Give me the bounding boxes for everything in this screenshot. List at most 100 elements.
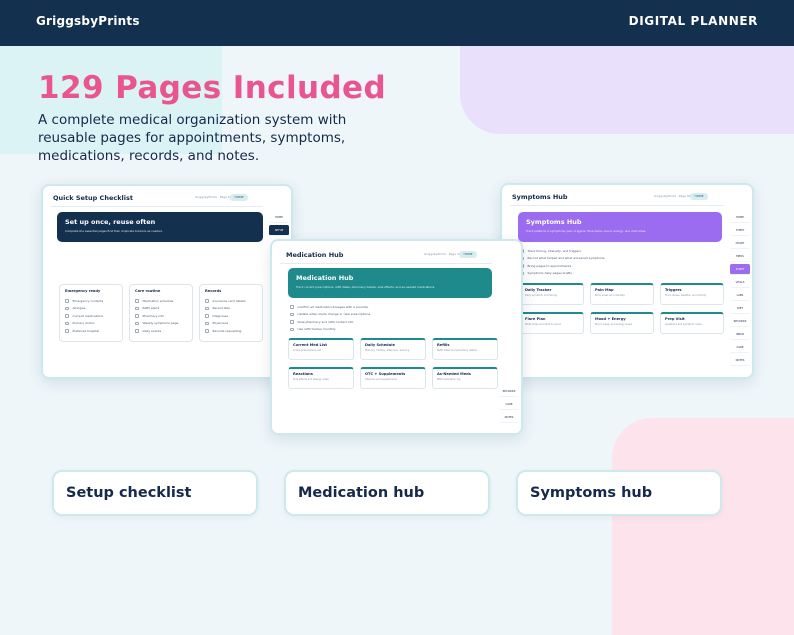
side-tab[interactable]: CARE: [730, 342, 750, 353]
preview-meta: GriggsbyPrints · Page 6: [195, 195, 230, 199]
check-item[interactable]: Medication schedule: [135, 297, 187, 305]
check-item[interactable]: Track timing, intensity, and triggers: [520, 247, 604, 255]
side-tab-setup[interactable]: SETUP: [269, 225, 289, 236]
divider: [280, 263, 492, 264]
hub-card[interactable]: Flare Plan What helps and what to avoid: [520, 312, 584, 334]
check-item[interactable]: Weekly symptoms page: [135, 320, 187, 328]
hub-card[interactable]: Refills Refill dates and pharmacy details: [432, 338, 498, 360]
check-item[interactable]: Symptoms daily pages briefly: [520, 270, 604, 278]
hub-card[interactable]: Daily Schedule Morning, midday, afternoon…: [360, 338, 426, 360]
check-item[interactable]: Allergies: [65, 305, 117, 313]
side-tab[interactable]: NOTES: [499, 412, 519, 423]
side-tab[interactable]: VITALS: [730, 277, 750, 288]
check-item[interactable]: Bring pages to appointments: [520, 262, 604, 270]
medication-side-tabs: RECORDS CARE NOTES: [497, 386, 521, 425]
setup-preview-frame: Quick Setup Checklist GriggsbyPrints · P…: [41, 184, 293, 379]
hub-card[interactable]: Pain Map Body areas and intensity: [590, 283, 654, 305]
page-subtitle: A complete medical organization system w…: [38, 112, 347, 164]
hub-card[interactable]: Prep Visit Questions and symptom notes: [660, 312, 724, 334]
setup-banner: Set up once, reuse often Complete the es…: [57, 212, 263, 242]
check-item[interactable]: Primary doctor: [65, 320, 117, 328]
medication-checks: Confirm all medication dosages with a pr…: [290, 303, 370, 333]
check-item[interactable]: Refill alerts: [135, 305, 187, 313]
decorative-pink-shape: [612, 418, 794, 635]
check-item[interactable]: Diagnoses: [205, 312, 257, 320]
check-item[interactable]: Records requesting: [205, 327, 257, 335]
page-title: 129 Pages Included: [38, 70, 387, 106]
side-tab[interactable]: MEDS: [730, 251, 750, 262]
column-title: Records: [205, 289, 222, 293]
column-records: Records Insurance card details Recent la…: [199, 284, 263, 342]
label-symptoms-hub: Symptoms hub: [516, 470, 722, 516]
divider: [51, 206, 263, 207]
check-item[interactable]: Insurance card details: [205, 297, 257, 305]
side-tab[interactable]: NOTES: [730, 355, 750, 366]
column-title: Care routine: [135, 289, 161, 293]
side-tab[interactable]: RECORDS: [730, 316, 750, 327]
column-title: Emergency ready: [65, 289, 101, 293]
home-pill[interactable]: HOME: [230, 194, 248, 201]
preview-title: Quick Setup Checklist: [53, 194, 133, 202]
side-tab[interactable]: DIET: [730, 303, 750, 314]
label-text: Setup checklist: [66, 485, 192, 501]
side-tab-active[interactable]: SYMPT: [730, 264, 750, 275]
banner-desc: Complete the essential pages first then …: [65, 229, 163, 233]
banner-title: Medication Hub: [296, 274, 354, 282]
check-item[interactable]: Record what helped and what worsened sym…: [520, 255, 604, 263]
check-item[interactable]: Pharmacy info: [135, 312, 187, 320]
preview-meta: GriggsbyPrints · Page 42: [424, 252, 461, 256]
banner-title: Set up once, reuse often: [65, 218, 156, 226]
banner-desc: Track patterns in symptoms, pain, trigge…: [526, 229, 647, 233]
side-tab[interactable]: HOME: [730, 212, 750, 223]
symptoms-banner: Symptoms Hub Track patterns in symptoms,…: [518, 212, 722, 242]
hub-card[interactable]: Current Med List Active prescriptions lis…: [288, 338, 354, 360]
column-emergency: Emergency ready Emergency contacts Aller…: [59, 284, 123, 342]
product-tag: DIGITAL PLANNER: [628, 14, 758, 28]
column-care: Care routine Medication schedule Refill …: [129, 284, 193, 342]
symptoms-checks: Track timing, intensity, and triggers Re…: [520, 247, 604, 277]
side-tab[interactable]: CARE: [499, 399, 519, 410]
symptoms-preview-frame: Symptoms Hub GriggsbyPrints · Page 66 HO…: [500, 183, 754, 379]
banner-title: Symptoms Hub: [526, 218, 582, 226]
label-setup-checklist: Setup checklist: [52, 470, 258, 516]
side-tab[interactable]: RECORDS: [499, 386, 519, 397]
brand-name: GriggsbyPrints: [36, 14, 140, 28]
preview-meta: GriggsbyPrints · Page 66: [654, 194, 691, 198]
check-item[interactable]: Preferred hospital: [65, 327, 117, 335]
check-item[interactable]: Current medications: [65, 312, 117, 320]
medication-preview-frame: Medication Hub GriggsbyPrints · Page 42 …: [270, 239, 523, 435]
check-item[interactable]: Physicians: [205, 320, 257, 328]
hub-card[interactable]: OTC + Supplements Vitamins and supplement…: [360, 367, 426, 389]
hub-card[interactable]: Reactions Side effects and allergy notes: [288, 367, 354, 389]
side-tab-home[interactable]: HOME: [269, 212, 289, 223]
preview-title: Medication Hub: [286, 251, 344, 259]
check-item[interactable]: Recent labs: [205, 305, 257, 313]
check-item[interactable]: Use refill tracker monthly: [290, 326, 370, 334]
side-tab[interactable]: CHART: [730, 238, 750, 249]
home-pill[interactable]: HOME: [459, 251, 477, 258]
check-item[interactable]: Update when meds change or new prescript…: [290, 311, 370, 319]
symptoms-side-tabs: HOME SYMPT CHART MEDS SYMPT VITALS LABS …: [728, 212, 752, 368]
side-tab[interactable]: SYMPT: [730, 225, 750, 236]
home-pill[interactable]: HOME: [690, 193, 708, 200]
banner-desc: Track current prescriptions, refill date…: [296, 285, 436, 289]
check-item[interactable]: Note pharmacy and refill contact info: [290, 318, 370, 326]
setup-side-tabs: HOME SETUP: [267, 212, 291, 238]
medication-banner: Medication Hub Track current prescriptio…: [288, 268, 492, 298]
top-bar: GriggsbyPrints DIGITAL PLANNER: [0, 0, 794, 46]
hub-card[interactable]: Triggers Food, stress, weather, and activ…: [660, 283, 724, 305]
preview-title: Symptoms Hub: [512, 193, 568, 201]
side-tab[interactable]: INSUR: [730, 329, 750, 340]
check-item[interactable]: Emergency contacts: [65, 297, 117, 305]
divider: [510, 205, 724, 206]
side-tab[interactable]: LABS: [730, 290, 750, 301]
hub-card[interactable]: Mood + Energy Mood, sleep, and energy lev…: [590, 312, 654, 334]
label-text: Symptoms hub: [530, 485, 653, 501]
hub-card[interactable]: As-Needed Meds PRN medication log: [432, 367, 498, 389]
decorative-purple-shape: [460, 46, 794, 134]
hub-card[interactable]: Daily Tracker Daily symptom monitoring: [520, 283, 584, 305]
check-item[interactable]: Confirm all medication dosages with a pr…: [290, 303, 370, 311]
label-medication-hub: Medication hub: [284, 470, 490, 516]
check-item[interactable]: Daily events: [135, 327, 187, 335]
label-text: Medication hub: [298, 485, 425, 501]
